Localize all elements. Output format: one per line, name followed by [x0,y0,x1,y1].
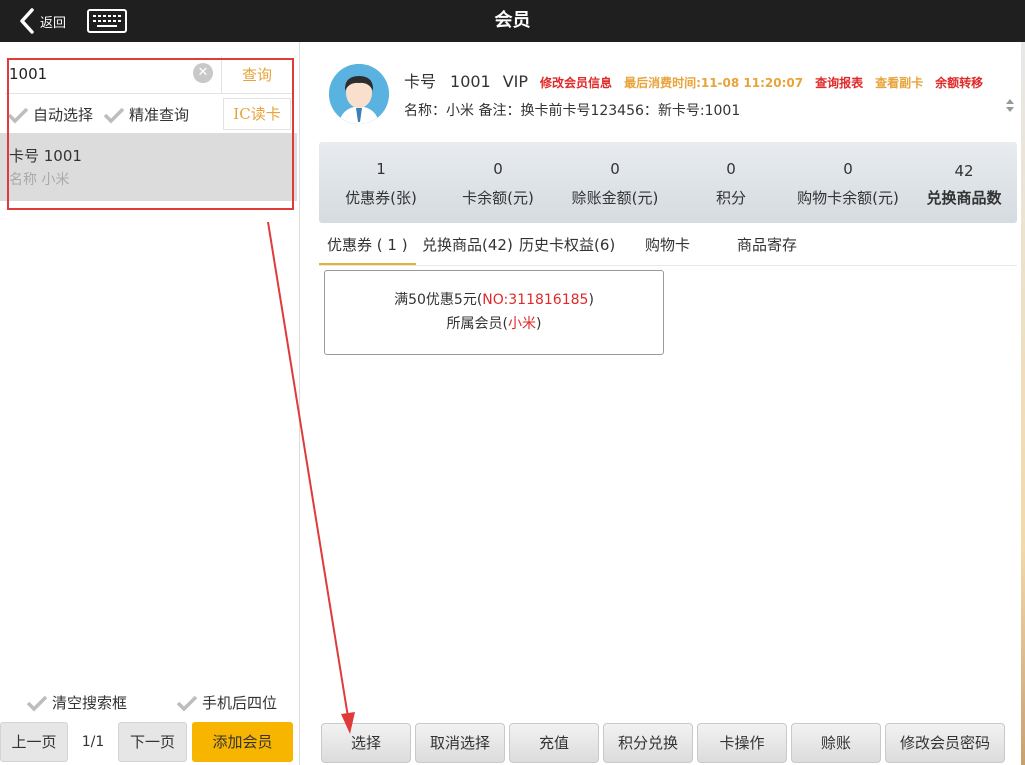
stat-exchange-items[interactable]: 42 兑换商品数 [911,142,1017,223]
balance-transfer-link[interactable]: 余额转移 [935,74,983,91]
arrow-up-icon[interactable] [1006,99,1014,104]
stats-bar: 1 优惠券(张) 0 卡余额(元) 0 赊账金额(元) 0 积分 0 购物卡余额… [319,142,1017,223]
coupon-card[interactable]: 满50优惠5元(NO:311816185) 所属会员(小米) [324,270,664,355]
stat-value: 0 [610,160,620,178]
action-bar: 选择 取消选择 充值 积分兑换 卡操作 赊账 修改会员密码 [321,723,1011,765]
tab-exchange-items[interactable]: 兑换商品(42) [422,228,513,265]
window-edge [1021,42,1025,765]
coupon-no-close: ) [588,292,594,308]
next-page-button[interactable]: 下一页 [118,722,187,762]
stat-value: 0 [726,160,736,178]
tab-shopping-card[interactable]: 购物卡 [645,228,690,265]
select-button[interactable]: 选择 [321,723,411,763]
tab-coupons[interactable]: 优惠券 ( 1 ) [319,228,416,265]
coupon-owner-line: 所属会员(小米) [325,313,663,333]
ic-read-button[interactable]: IC读卡 [223,98,291,130]
avatar-icon [329,64,389,124]
stat-label: 兑换商品数 [926,189,1002,207]
last-consume-time: 最后消费时间:11-08 11:20:07 [624,76,804,90]
stat-label: 赊账金额(元) [571,189,659,207]
stat-label: 购物卡余额(元) [797,189,899,207]
arrow-down-icon[interactable] [1006,107,1014,112]
query-button[interactable]: 查询 [221,56,292,94]
tab-item-storage[interactable]: 商品寄存 [737,228,797,265]
exact-query-option[interactable]: 精准查询 [103,104,189,125]
query-report-link[interactable]: 查询报表 [815,74,863,91]
recharge-button[interactable]: 充值 [509,723,599,763]
phone-last4-label: 手机后四位 [202,694,278,712]
stat-value: 1 [376,160,386,178]
clear-icon[interactable]: ✕ [193,63,213,83]
cancel-select-button[interactable]: 取消选择 [415,723,505,763]
check-icon [176,695,198,711]
member-list-item[interactable]: 卡号 1001 名称 小米 [0,133,297,201]
member-detail-line: 名称：小米 备注：换卡前卡号123456：新卡号:1001 [404,103,741,119]
auto-select-label: 自动选择 [33,106,94,124]
card-label: 卡号 [404,72,437,91]
stat-value: 0 [493,160,503,178]
points-exchange-button[interactable]: 积分兑换 [603,723,693,763]
clear-search-option[interactable]: 清空搜索框 [26,692,127,713]
page-indicator: 1/1 [81,734,105,750]
credit-button[interactable]: 赊账 [791,723,881,763]
add-member-button[interactable]: 添加会员 [192,722,293,762]
stat-label: 优惠券(张) [345,189,417,207]
search-options: 自动选择 精准查询 IC读卡 [5,96,292,132]
stat-value: 42 [954,162,974,180]
auto-select-option[interactable]: 自动选择 [7,104,93,125]
stat-points[interactable]: 0 积分 [677,142,785,223]
phone-last4-option[interactable]: 手机后四位 [176,692,277,713]
page-title: 会员 [494,10,531,31]
coupon-owner-prefix: 所属会员( [446,316,508,332]
search-input[interactable] [9,61,189,87]
view-sub-card-link[interactable]: 查看副卡 [875,74,923,91]
search-row: ✕ 查询 [5,56,292,94]
card-operation-button[interactable]: 卡操作 [697,723,787,763]
member-detail-panel: 卡号 1001 VIP 修改会员信息 最后消费时间:11-08 11:20:07… [301,42,1025,765]
stat-coupons[interactable]: 1 优惠券(张) [319,142,443,223]
change-password-button[interactable]: 修改会员密码 [885,723,1005,763]
clear-search-label: 清空搜索框 [52,694,128,712]
stat-card-balance[interactable]: 0 卡余额(元) [443,142,553,223]
prev-page-button[interactable]: 上一页 [0,722,68,762]
scroll-arrows[interactable] [1003,96,1017,122]
member-search-panel: ✕ 查询 自动选择 精准查询 IC读卡 卡号 1001 名称 小米 清空搜索框 … [0,42,300,765]
pager: 上一页 1/1 下一页 添加会员 [0,722,297,764]
top-bar: 返回 会员 [0,0,1025,42]
stat-label: 卡余额(元) [462,189,534,207]
stat-value: 0 [843,160,853,178]
card-number: 1001 [450,72,491,91]
stat-credit-amount[interactable]: 0 赊账金额(元) [553,142,677,223]
bottom-options: 清空搜索框 手机后四位 [0,692,297,714]
tab-history-card-rights[interactable]: 历史卡权益(6) [519,228,615,265]
member-header-line: 卡号 1001 VIP 修改会员信息 最后消费时间:11-08 11:20:07… [404,68,983,92]
member-item-name: 名称 小米 [9,172,70,188]
stat-label: 积分 [715,189,746,207]
check-icon [103,107,125,123]
coupon-number: NO:311816185 [482,292,589,308]
stat-shopping-card-balance[interactable]: 0 购物卡余额(元) [785,142,911,223]
member-item-card: 卡号 1001 [9,147,82,165]
edit-member-info-link[interactable]: 修改会员信息 [540,74,612,91]
check-icon [7,107,29,123]
detail-tabs: 优惠券 ( 1 ) 兑换商品(42) 历史卡权益(6) 购物卡 商品寄存 [319,228,1017,266]
coupon-owner: 小米 [508,316,536,332]
coupon-title-line: 满50优惠5元(NO:311816185) [325,289,663,309]
check-icon [26,695,48,711]
coupon-owner-close: ) [536,316,542,332]
coupon-title: 满50优惠5元 [394,292,477,308]
member-level: VIP [502,72,529,91]
exact-query-label: 精准查询 [129,106,190,124]
